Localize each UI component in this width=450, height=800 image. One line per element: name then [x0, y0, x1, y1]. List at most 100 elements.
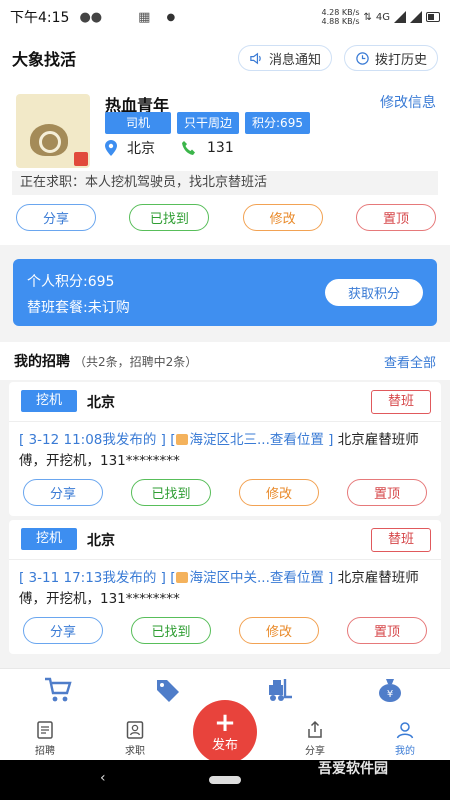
person-icon [396, 721, 414, 738]
found-button[interactable]: 已找到 [131, 479, 211, 506]
job-type-tag: 挖机 [21, 390, 77, 412]
tag-role: 司机 [105, 112, 171, 134]
job-description: [ 3-11 17:13我发布的 ] [海淀区中关...查看位置 ] 北京雇替班… [19, 568, 433, 610]
avatar-badge-icon [74, 152, 88, 166]
job-actions: 分享 已找到 修改 置顶 [23, 617, 427, 644]
job-meta: [ 3-12 11:08我发布的 ] [ [19, 432, 176, 448]
home-pill[interactable] [209, 776, 241, 784]
job-seek-icon [126, 720, 144, 739]
notify-label: 消息通知 [268, 52, 321, 68]
pin-top-button[interactable]: 置顶 [347, 479, 427, 506]
net-up: 4.28 KB/s [321, 8, 360, 17]
location-row: 北京 131 [105, 138, 234, 158]
profile-phone: 131 [207, 140, 234, 156]
tab-share[interactable]: 分享 [270, 717, 360, 759]
speaker-icon [250, 52, 261, 64]
svg-text:¥: ¥ [387, 689, 393, 700]
divider [9, 559, 441, 560]
avatar[interactable] [16, 94, 90, 168]
section-count: （共2条，招聘中2条） [74, 354, 198, 369]
location-flag-icon [175, 434, 188, 445]
job-card[interactable]: 挖机 北京 替班 [ 3-12 11:08我发布的 ] [ 海淀区北三...查看位… [9, 382, 441, 516]
cart-icon[interactable] [44, 677, 72, 703]
back-icon[interactable]: ‹ [100, 770, 106, 786]
tab-job-seek-label: 求职 [125, 745, 145, 757]
tab-recruit-label: 招聘 [35, 745, 55, 757]
found-button[interactable]: 已找到 [131, 617, 211, 644]
tab-recruit[interactable]: 招聘 [0, 717, 90, 759]
tab-mine-label: 我的 [395, 745, 415, 757]
share-button[interactable]: 分享 [23, 617, 103, 644]
profile-actions: 分享 已找到 修改 置顶 [16, 204, 436, 231]
edit-info-link[interactable]: 修改信息 [380, 92, 436, 112]
location-flag-icon [175, 572, 188, 583]
job-actions: 分享 已找到 修改 置顶 [23, 479, 427, 506]
status-right: 4.28 KB/s 4.88 KB/s ⇅ 4G [322, 8, 440, 26]
modify-button[interactable]: 修改 [239, 617, 319, 644]
pin-top-button[interactable]: 置顶 [355, 204, 436, 231]
job-meta: [ 3-11 17:13我发布的 ] [ [19, 570, 176, 586]
job-description: [ 3-12 11:08我发布的 ] [海淀区北三...查看位置 ] 北京雇替班… [19, 430, 433, 472]
watermark-logo: 吾爱软件园 [318, 761, 388, 777]
pin-top-button[interactable]: 置顶 [347, 617, 427, 644]
history-label: 拨打历史 [374, 52, 427, 68]
tab-mine[interactable]: 我的 [360, 717, 450, 759]
found-button[interactable]: 已找到 [129, 204, 210, 231]
plus-icon: + [214, 707, 236, 738]
profile-tags: 司机 只干周边 积分:695 [105, 112, 310, 134]
divider [9, 421, 441, 422]
signal-icon [394, 11, 406, 23]
notification-dot-icon: ● [166, 11, 176, 23]
tab-job-seek[interactable]: 求职 [90, 717, 180, 759]
snail-image [30, 124, 68, 156]
status-bar: 下午4:15 ●● ▦ ● 4.28 KB/s 4.88 KB/s ⇅ 4G [0, 0, 450, 34]
profile-card: 热血青年 修改信息 司机 只干周边 积分:695 北京 131 正在求职：本人挖… [0, 82, 450, 245]
status-time: 下午4:15 [10, 10, 70, 26]
battery-icon [426, 12, 440, 22]
section-title: 我的招聘 [14, 354, 70, 370]
job-city: 北京 [87, 395, 115, 411]
substitute-plan: 替班套餐:未订购 [27, 300, 130, 316]
my-recruitment-header: 我的招聘 （共2条，招聘中2条） 查看全部 [0, 342, 450, 380]
wechat-icon: ●● [79, 9, 103, 25]
notify-button[interactable]: 消息通知 [237, 45, 332, 71]
points-banner: 个人积分:695 替班套餐:未订购 获取积分 [13, 259, 437, 326]
publish-button[interactable]: + 发布 [193, 700, 257, 764]
job-city: 北京 [87, 533, 115, 549]
share-icon [308, 720, 322, 738]
clock-icon [356, 51, 369, 65]
substitute-tag[interactable]: 替班 [371, 390, 431, 414]
tag-range: 只干周边 [177, 112, 240, 134]
app-title: 大象找活 [12, 50, 77, 69]
location-pin-icon [105, 140, 117, 156]
publish-label: 发布 [211, 737, 238, 753]
modify-button[interactable]: 修改 [242, 204, 323, 231]
job-location-link[interactable]: 海淀区中关...查看位置 ] [190, 570, 334, 586]
modify-button[interactable]: 修改 [239, 479, 319, 506]
forklift-icon[interactable] [265, 677, 293, 703]
job-type-tag: 挖机 [21, 528, 77, 550]
job-location-link[interactable]: 海淀区北三...查看位置 ] [190, 432, 334, 448]
network-speed: 4.28 KB/s 4.88 KB/s [322, 8, 360, 26]
network-type: 4G [375, 11, 390, 23]
job-card[interactable]: 挖机 北京 替班 [ 3-11 17:13我发布的 ] [ 海淀区中关...查看位… [9, 520, 441, 654]
tag-icon[interactable] [154, 677, 182, 703]
share-button[interactable]: 分享 [23, 479, 103, 506]
call-history-button[interactable]: 拨打历史 [343, 45, 438, 71]
seeking-text: 正在求职：本人挖机驾驶员，找北京替班活 [12, 171, 438, 195]
view-all-link[interactable]: 查看全部 [384, 352, 436, 371]
recruit-icon [37, 720, 53, 739]
get-points-button[interactable]: 获取积分 [325, 279, 423, 306]
data-arrows-icon: ⇅ [363, 11, 372, 23]
tag-points: 积分:695 [245, 112, 310, 134]
share-button[interactable]: 分享 [16, 204, 96, 231]
substitute-tag[interactable]: 替班 [371, 528, 431, 552]
top-header: 大象找活 消息通知 拨打历史 [0, 34, 450, 82]
profile-city: 北京 [127, 141, 155, 157]
money-bag-icon[interactable]: ¥ [376, 677, 404, 703]
phone-icon [182, 141, 195, 155]
tab-share-label: 分享 [305, 745, 325, 757]
signal-icon-2 [410, 11, 422, 23]
personal-points: 个人积分:695 [27, 274, 115, 290]
net-down: 4.88 KB/s [321, 17, 360, 26]
